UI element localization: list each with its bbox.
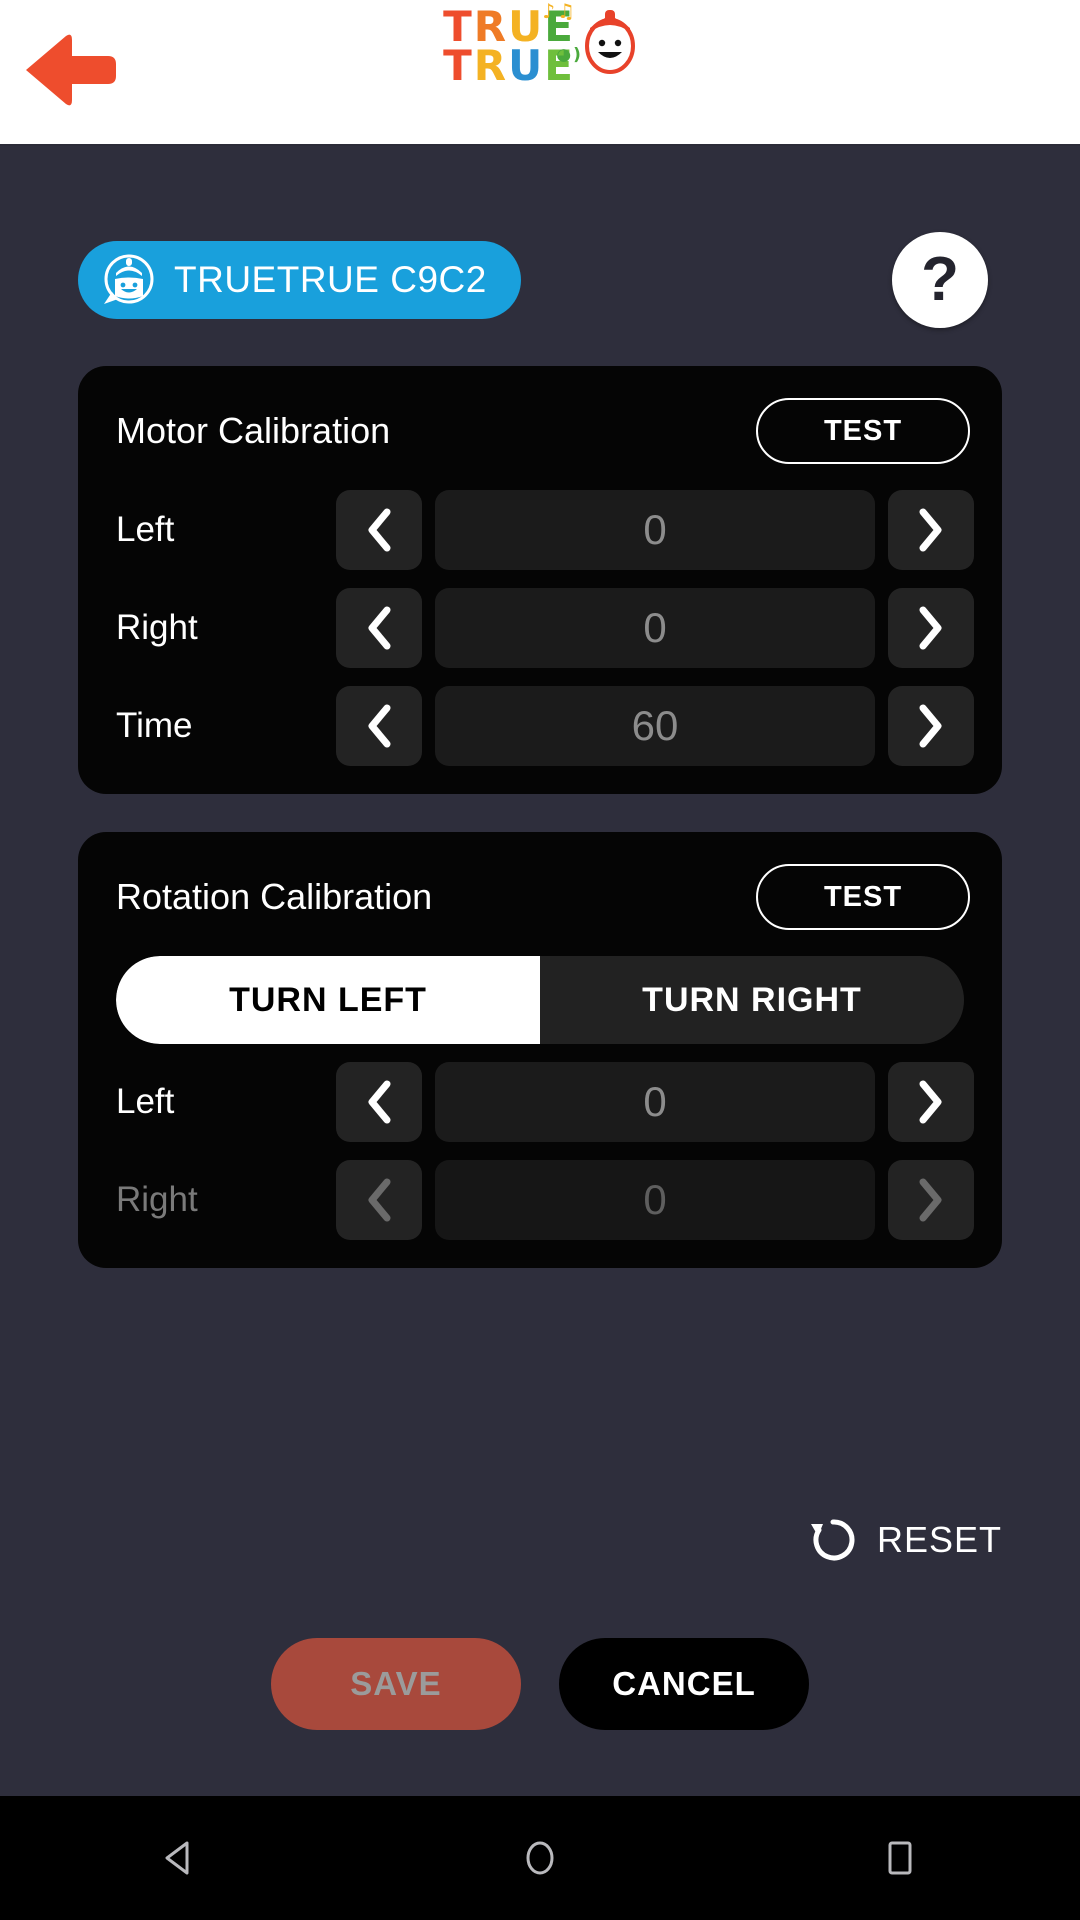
chevron-right-icon	[919, 606, 942, 650]
motor-right-increment-button[interactable]	[888, 588, 974, 668]
robot-mascot-icon	[584, 10, 635, 74]
chevron-right-icon	[919, 1080, 942, 1124]
nav-recents-button[interactable]	[840, 1796, 960, 1920]
main-content: TRUETRUE C9C2 ? Motor Calibration TEST L…	[0, 146, 1080, 1796]
motor-time-value[interactable]: 60	[435, 686, 875, 766]
motor-card-header: Motor Calibration TEST	[106, 392, 974, 472]
nav-home-icon	[526, 1841, 554, 1875]
app-header: TRUE TRUE ♪♫ ◕)	[0, 0, 1080, 146]
wifi-icon: ◕)	[556, 45, 583, 65]
help-button[interactable]: ?	[892, 232, 988, 328]
motor-left-label: Left	[116, 510, 175, 549]
rotation-left-decrement-button[interactable]	[336, 1062, 422, 1142]
rotation-right-increment-button	[888, 1160, 974, 1240]
rotation-right-decrement-button	[336, 1160, 422, 1240]
rotation-card-header: Rotation Calibration TEST	[106, 858, 974, 938]
android-navbar	[0, 1796, 1080, 1920]
motor-row-right: Right 0	[106, 588, 974, 668]
motor-left-decrement-button[interactable]	[336, 490, 422, 570]
app-root: TRUE TRUE ♪♫ ◕) TRUETRUE C9C2 ? Motor Ca…	[0, 0, 1080, 1920]
cancel-label: CANCEL	[612, 1665, 756, 1702]
chevron-right-icon	[919, 508, 942, 552]
motor-test-button[interactable]: TEST	[756, 398, 970, 464]
motor-test-label: TEST	[823, 414, 903, 447]
device-header-row: TRUETRUE C9C2 ?	[78, 146, 1002, 328]
nav-back-button[interactable]	[120, 1796, 240, 1920]
tab-turn-left[interactable]: TURN LEFT	[116, 956, 540, 1044]
save-button[interactable]: SAVE	[271, 1638, 521, 1730]
nav-home-button[interactable]	[480, 1796, 600, 1920]
motor-right-label: Right	[116, 608, 198, 647]
motor-time-increment-button[interactable]	[888, 686, 974, 766]
rotation-row-right: Right 0	[106, 1160, 974, 1240]
action-buttons-row: SAVE CANCEL	[0, 1638, 1080, 1730]
rotation-left-value[interactable]: 0	[435, 1062, 875, 1142]
chevron-left-icon	[368, 1080, 391, 1124]
device-name-badge[interactable]: TRUETRUE C9C2	[78, 241, 521, 319]
tab-turn-right[interactable]: TURN RIGHT	[540, 956, 964, 1044]
chevron-right-icon	[919, 704, 942, 748]
logo-line-2: TRUE	[443, 40, 575, 90]
rotation-row-left: Left 0	[106, 1062, 974, 1142]
robot-chat-icon	[104, 254, 154, 304]
motor-time-decrement-button[interactable]	[336, 686, 422, 766]
chevron-left-icon	[368, 1178, 391, 1222]
motor-left-increment-button[interactable]	[888, 490, 974, 570]
brand-logo: TRUE TRUE ♪♫ ◕)	[0, 1, 1080, 90]
reset-label: RESET	[876, 1519, 1002, 1560]
music-note-icon: ♪♫	[542, 0, 577, 23]
motor-time-label: Time	[116, 706, 193, 745]
chevron-right-icon	[919, 1178, 942, 1222]
motor-row-left: Left 0	[106, 490, 974, 570]
turn-left-label: TURN LEFT	[229, 980, 427, 1019]
rotation-left-increment-button[interactable]	[888, 1062, 974, 1142]
save-label: SAVE	[350, 1665, 442, 1702]
rotate-ccw-icon	[810, 1519, 855, 1561]
nav-back-icon	[165, 1841, 189, 1875]
rotation-left-label: Left	[116, 1082, 175, 1121]
motor-right-value[interactable]: 0	[435, 588, 875, 668]
rotation-right-value: 0	[435, 1160, 875, 1240]
motor-left-value[interactable]: 0	[435, 490, 875, 570]
help-question-icon: ?	[921, 245, 959, 314]
rotation-test-label: TEST	[823, 880, 903, 913]
rotation-calibration-card: Rotation Calibration TEST TURN LEFT TURN…	[78, 832, 1002, 1268]
rotation-card-title: Rotation Calibration	[116, 876, 433, 917]
chevron-left-icon	[368, 508, 391, 552]
rotation-test-button[interactable]: TEST	[756, 864, 970, 930]
chevron-left-icon	[368, 704, 391, 748]
chevron-left-icon	[368, 606, 391, 650]
turn-right-label: TURN RIGHT	[642, 980, 862, 1019]
cancel-button[interactable]: CANCEL	[559, 1638, 809, 1730]
turn-direction-toggle: TURN LEFT TURN RIGHT	[116, 956, 964, 1044]
nav-recents-icon	[888, 1841, 912, 1875]
motor-calibration-card: Motor Calibration TEST Left 0 Right 0 Ti…	[78, 366, 1002, 794]
motor-right-decrement-button[interactable]	[336, 588, 422, 668]
device-name-label: TRUETRUE C9C2	[174, 259, 487, 300]
motor-row-time: Time 60	[106, 686, 974, 766]
motor-card-title: Motor Calibration	[116, 410, 391, 451]
rotation-right-label: Right	[116, 1180, 198, 1219]
reset-button[interactable]: RESET	[805, 1512, 1002, 1568]
